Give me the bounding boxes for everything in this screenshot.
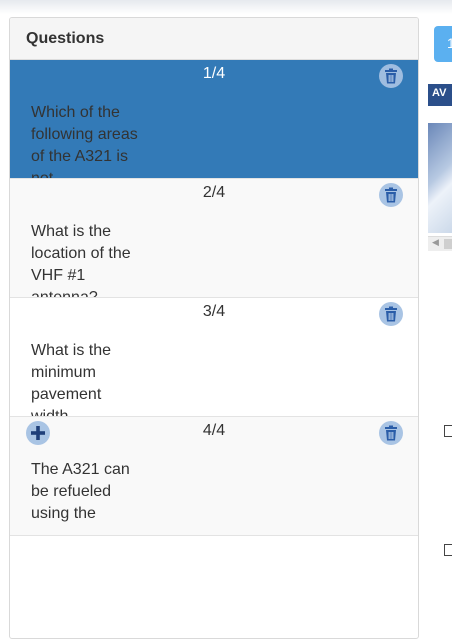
question-text: What is the minimum pavement width xyxy=(31,342,112,416)
question-number: 3/4 xyxy=(202,303,226,320)
question-item-2[interactable]: 2/4 What is the location of the VHF #1 a… xyxy=(10,179,418,298)
aircraft-image-partial xyxy=(428,123,452,233)
answer-checkbox[interactable] xyxy=(444,544,452,556)
primary-button-partial[interactable]: 1 xyxy=(434,26,452,62)
trash-icon xyxy=(385,187,397,203)
answer-checkbox[interactable] xyxy=(444,425,452,437)
question-number: 1/4 xyxy=(202,65,226,82)
question-text: What is the location of the VHF #1 anten… xyxy=(31,223,131,297)
trash-icon xyxy=(385,306,397,322)
scroll-thumb[interactable] xyxy=(444,239,452,249)
banner-text: AV xyxy=(432,87,447,99)
question-item-3[interactable]: 3/4 What is the minimum pavement width xyxy=(10,298,418,417)
delete-question-button[interactable] xyxy=(379,302,403,326)
top-shadow xyxy=(0,0,452,14)
horizontal-scrollbar[interactable]: ◀ xyxy=(428,236,452,251)
question-text: The A321 can be refueled using the xyxy=(31,461,130,522)
question-item-1[interactable]: 1/4 Which of the following areas of the … xyxy=(10,60,418,179)
scroll-left-arrow-icon[interactable]: ◀ xyxy=(432,237,439,248)
question-number: 2/4 xyxy=(202,184,226,201)
trash-icon xyxy=(385,425,397,441)
question-item-4[interactable]: 4/4 The A321 can be refueled using the xyxy=(10,417,418,536)
delete-question-button[interactable] xyxy=(379,421,403,445)
delete-question-button[interactable] xyxy=(379,64,403,88)
banner-partial: AV xyxy=(428,84,452,106)
panel-header: Questions xyxy=(10,18,418,60)
questions-panel: Questions 1/4 Which of the following are… xyxy=(9,17,419,639)
question-text: Which of the following areas of the A321… xyxy=(31,104,138,178)
trash-icon xyxy=(385,68,397,84)
question-number: 4/4 xyxy=(202,422,226,439)
primary-button-label: 1 xyxy=(447,35,452,51)
panel-title: Questions xyxy=(26,29,105,47)
delete-question-button[interactable] xyxy=(379,183,403,207)
